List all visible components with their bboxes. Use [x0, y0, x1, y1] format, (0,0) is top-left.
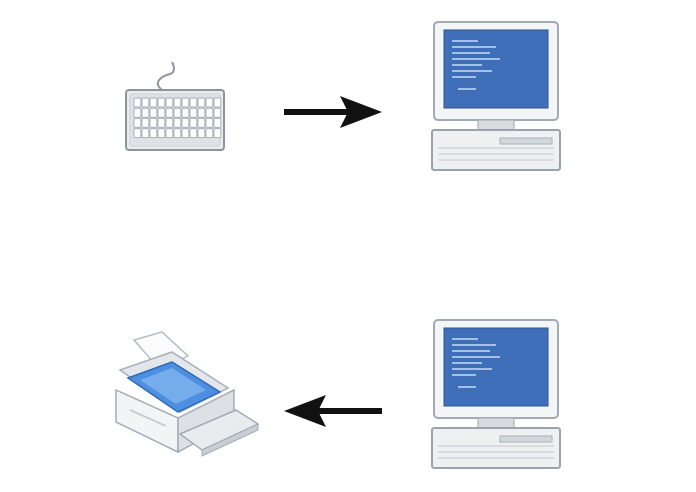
keyboard-key — [133, 97, 142, 108]
keyboard-key — [157, 117, 166, 128]
keyboard-key — [205, 117, 214, 128]
keyboard-key — [157, 97, 166, 108]
arrow-right — [282, 92, 384, 132]
printer-icon — [110, 330, 260, 472]
keyboard-key — [189, 107, 198, 118]
keyboard-key — [213, 107, 222, 118]
keyboard-key — [205, 128, 214, 139]
keyboard-key — [165, 107, 174, 118]
keyboard-key — [213, 117, 222, 128]
keyboard-key — [133, 107, 142, 118]
keyboard-key — [149, 107, 158, 118]
keyboard-key — [181, 117, 190, 128]
keyboard-key — [165, 117, 174, 128]
keyboard-key — [165, 97, 174, 108]
keyboard-key — [173, 97, 182, 108]
keyboard-key — [133, 128, 142, 139]
keyboard-key — [149, 117, 158, 128]
keyboard-key — [149, 97, 158, 108]
keyboard-key — [157, 107, 166, 118]
keyboard-key — [197, 128, 206, 139]
keyboard-key — [205, 107, 214, 118]
keyboard-key — [141, 107, 150, 118]
keyboard-key — [205, 97, 214, 108]
keyboard-key — [141, 117, 150, 128]
arrow-left — [280, 390, 384, 432]
keyboard-key — [181, 97, 190, 108]
keyboard-key — [213, 128, 222, 139]
keyboard-key — [157, 128, 166, 139]
keyboard-key — [189, 97, 198, 108]
keyboard-key — [181, 107, 190, 118]
keyboard-key — [197, 107, 206, 118]
keyboard-key — [173, 128, 182, 139]
keyboard-key — [181, 128, 190, 139]
keyboard-key — [173, 117, 182, 128]
keyboard-key — [189, 128, 198, 139]
keyboard-icon — [122, 62, 228, 156]
keyboard-key — [189, 117, 198, 128]
keyboard-key — [149, 128, 158, 139]
computer-icon — [430, 20, 562, 174]
keyboard-key — [165, 128, 174, 139]
keyboard-key — [213, 97, 222, 108]
computer-icon — [430, 318, 562, 472]
keyboard-key — [173, 107, 182, 118]
keyboard-key — [197, 97, 206, 108]
keyboard-key — [141, 128, 150, 139]
keyboard-key — [133, 117, 142, 128]
keyboard-key — [141, 97, 150, 108]
keyboard-key — [197, 117, 206, 128]
